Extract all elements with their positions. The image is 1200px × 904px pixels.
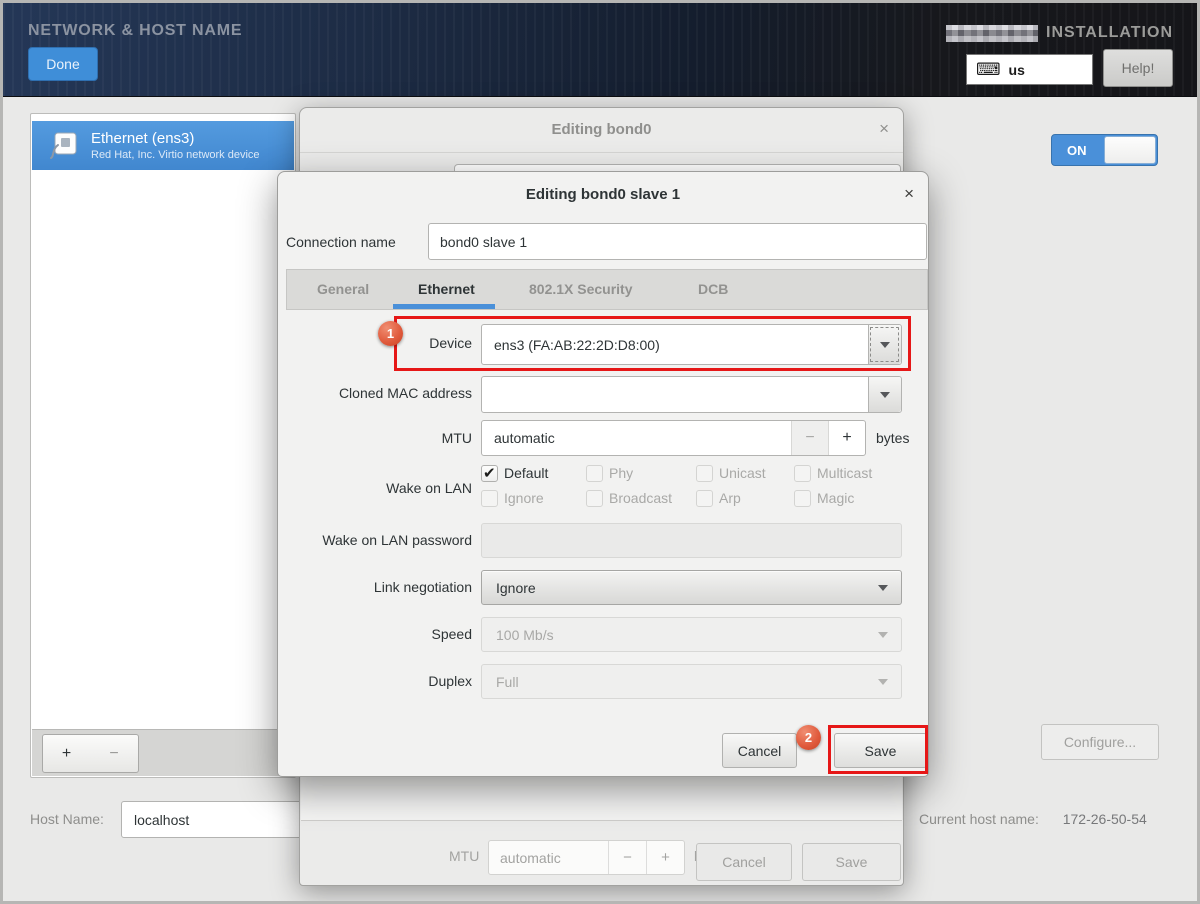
duplex-label: Duplex (278, 673, 472, 689)
inner-dialog-title: Editing bond0 slave 1 (278, 186, 928, 203)
keyboard-layout-label: us (1009, 62, 1025, 78)
wol-checkbox-unicast[interactable]: Unicast (696, 462, 766, 484)
outer-cancel-button[interactable]: Cancel (696, 843, 792, 881)
device-subtitle: Red Hat, Inc. Virtio network device (91, 149, 260, 161)
link-negotiation-label: Link negotiation (278, 579, 472, 595)
mtu-decrement-button[interactable]: − (791, 421, 828, 455)
help-button[interactable]: Help! (1103, 49, 1173, 87)
done-button[interactable]: Done (28, 47, 98, 81)
ethernet-icon (48, 131, 78, 161)
hostname-label: Host Name: (30, 811, 104, 827)
mtu-spinbox[interactable]: automatic − + (481, 420, 866, 456)
cloned-mac-combo-entry[interactable] (481, 376, 902, 413)
speed-select[interactable]: 100 Mb/s (481, 617, 902, 652)
wol-checkbox-magic[interactable]: Magic (794, 487, 854, 509)
link-negotiation-value: Ignore (496, 580, 536, 596)
cloned-mac-dropdown-button[interactable] (868, 377, 901, 412)
checkbox-icon (696, 465, 713, 482)
device-field-label: Device (278, 335, 472, 351)
tab-8021x-security[interactable]: 802.1X Security (529, 281, 633, 297)
checkbox-icon (794, 465, 811, 482)
outer-mtu-decrement-button[interactable]: − (608, 841, 646, 874)
installation-title: INSTALLATION (946, 24, 1173, 42)
outer-mtu-label: MTU (449, 848, 479, 864)
wol-password-input[interactable] (481, 523, 902, 558)
mtu-increment-button[interactable]: + (828, 421, 865, 455)
device-dropdown-button[interactable] (868, 325, 901, 364)
connection-name-input[interactable]: bond0 slave 1 (428, 223, 927, 260)
installation-label: INSTALLATION (1046, 24, 1173, 42)
chevron-down-icon (878, 679, 888, 685)
annotation-badge-2: 2 (796, 725, 821, 750)
network-device-list: Ethernet (ens3) Red Hat, Inc. Virtio net… (30, 113, 296, 778)
network-on-toggle[interactable]: ON (1051, 134, 1158, 166)
chevron-down-icon (878, 585, 888, 591)
tab-ethernet[interactable]: Ethernet (418, 281, 475, 297)
speed-label: Speed (278, 626, 472, 642)
checkbox-icon (586, 465, 603, 482)
close-icon[interactable]: × (879, 120, 889, 137)
mtu-label: MTU (278, 430, 472, 446)
wol-checkbox-ignore[interactable]: Ignore (481, 487, 544, 509)
device-list-toolbar: + − (32, 729, 294, 776)
current-hostname-label: Current host name: (919, 811, 1039, 827)
editing-bond0-slave1-dialog: Editing bond0 slave 1 × Connection name … (277, 171, 929, 777)
save-button[interactable]: Save (834, 733, 927, 768)
close-icon[interactable]: × (904, 185, 914, 202)
outer-dialog-title: Editing bond0 (300, 121, 903, 138)
outer-save-button[interactable]: Save (802, 843, 901, 881)
settings-tabs: General Ethernet 802.1X Security DCB (286, 269, 928, 310)
anaconda-network-screen: NETWORK & HOST NAME Done INSTALLATION ⌨ … (0, 0, 1200, 904)
tab-general[interactable]: General (317, 281, 369, 297)
checkbox-icon (794, 490, 811, 507)
wol-label: Wake on LAN (278, 480, 472, 496)
toggle-knob[interactable] (1104, 136, 1156, 164)
speed-value: 100 Mb/s (496, 627, 554, 643)
tab-dcb[interactable]: DCB (698, 281, 728, 297)
duplex-value: Full (496, 674, 519, 690)
chevron-down-icon (880, 392, 890, 398)
remove-device-button[interactable]: − (90, 734, 139, 773)
wol-password-label: Wake on LAN password (278, 532, 472, 548)
wol-checkbox-default[interactable]: Default (481, 462, 548, 484)
outer-mtu-value[interactable]: automatic (489, 841, 608, 874)
chevron-down-icon (880, 342, 890, 348)
checkbox-icon (481, 490, 498, 507)
device-title: Ethernet (ens3) (91, 130, 260, 147)
wol-checkbox-broadcast[interactable]: Broadcast (586, 487, 672, 509)
connection-name-label: Connection name (286, 234, 396, 250)
cancel-button[interactable]: Cancel (722, 733, 797, 768)
toggle-on-label: ON (1067, 143, 1087, 158)
current-hostname: Current host name: 172-26-50-54 (919, 811, 1147, 827)
mtu-unit: bytes (876, 430, 909, 446)
outer-mtu-increment-button[interactable]: + (646, 841, 684, 874)
device-combo-entry[interactable]: ens3 (FA:AB:22:2D:D8:00) (481, 324, 902, 365)
add-device-button[interactable]: + (42, 734, 91, 773)
wol-checkbox-arp[interactable]: Arp (696, 487, 741, 509)
keyboard-icon: ⌨ (976, 60, 1001, 80)
current-hostname-value: 172-26-50-54 (1063, 811, 1147, 827)
top-bar: NETWORK & HOST NAME Done INSTALLATION ⌨ … (3, 3, 1197, 97)
configure-button[interactable]: Configure... (1041, 724, 1159, 760)
keyboard-layout-indicator[interactable]: ⌨ us (966, 54, 1093, 85)
wol-checkbox-multicast[interactable]: Multicast (794, 462, 872, 484)
device-value: ens3 (FA:AB:22:2D:D8:00) (494, 337, 660, 353)
outer-mtu-spinbox[interactable]: automatic − + (488, 840, 685, 875)
outer-dialog-header: Editing bond0 × (300, 108, 903, 153)
device-list-item-ens3[interactable]: Ethernet (ens3) Red Hat, Inc. Virtio net… (32, 121, 294, 170)
page-title: NETWORK & HOST NAME (28, 22, 242, 40)
checkbox-icon (481, 465, 498, 482)
checkbox-icon (586, 490, 603, 507)
wol-checkbox-phy[interactable]: Phy (586, 462, 633, 484)
annotation-badge-1: 1 (378, 321, 403, 346)
active-tab-underline (393, 304, 495, 309)
cloned-mac-label: Cloned MAC address (278, 385, 472, 401)
chevron-down-icon (878, 632, 888, 638)
link-negotiation-select[interactable]: Ignore (481, 570, 902, 605)
redacted-product-name (946, 25, 1038, 42)
duplex-select[interactable]: Full (481, 664, 902, 699)
mtu-value[interactable]: automatic (482, 421, 791, 455)
checkbox-icon (696, 490, 713, 507)
